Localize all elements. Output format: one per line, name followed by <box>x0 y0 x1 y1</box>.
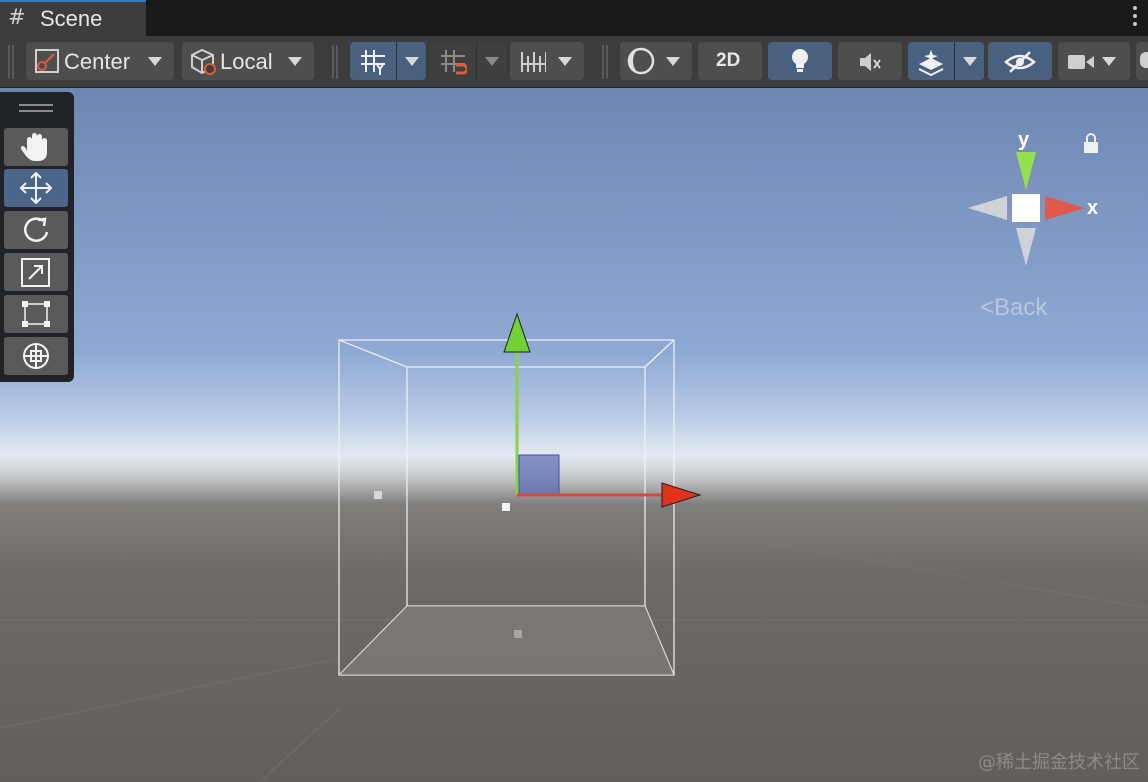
lighting-toggle-button[interactable] <box>768 42 832 80</box>
chevron-down-icon <box>963 57 977 66</box>
grid-options-dropdown[interactable] <box>396 42 426 80</box>
scene-tab[interactable]: # Scene <box>0 0 146 36</box>
rect-tool-button[interactable] <box>4 295 68 333</box>
gizmos-icon <box>1140 52 1148 68</box>
scene-visibility-button[interactable] <box>988 42 1052 80</box>
effects-options-dropdown[interactable] <box>954 42 984 80</box>
title-bar: # Scene <box>0 0 1148 36</box>
hidden-eye-icon <box>1004 51 1036 73</box>
pivot-rotation-dropdown[interactable]: Local <box>182 42 314 80</box>
shaded-sphere-icon <box>627 47 655 75</box>
grid-snap-button[interactable] <box>430 42 476 80</box>
pivot-rotation-label: Local <box>220 49 273 74</box>
gizmo-center-cube[interactable] <box>1012 194 1040 222</box>
draw-mode-dropdown[interactable] <box>620 42 692 80</box>
chevron-down-icon <box>1102 57 1116 66</box>
chevron-down-icon <box>558 57 572 66</box>
toolbar-grip[interactable] <box>8 45 14 79</box>
palette-grip[interactable] <box>19 104 53 112</box>
chevron-down-icon <box>666 57 680 66</box>
orientation-gizmo[interactable]: y x <box>922 118 1110 278</box>
hand-icon <box>20 133 47 161</box>
more-menu-icon[interactable] <box>1132 6 1138 30</box>
effects-layers-icon <box>918 50 944 76</box>
gizmo-x-cone[interactable] <box>1045 196 1085 220</box>
lightbulb-icon <box>792 49 808 72</box>
chevron-down-icon <box>405 57 419 66</box>
toolbar-grip[interactable] <box>332 45 338 79</box>
transform-tool-button[interactable] <box>4 337 68 375</box>
move-tool-button[interactable] <box>4 169 68 207</box>
effects-toggle-button[interactable] <box>908 42 954 80</box>
toolbar-grip[interactable] <box>602 45 608 79</box>
scale-tool-button[interactable] <box>4 253 68 291</box>
hand-tool-button[interactable] <box>4 128 68 166</box>
tool-palette <box>0 92 74 382</box>
chevron-left-icon: < <box>980 294 995 321</box>
pivot-center-icon <box>34 48 60 78</box>
gizmo-neg-x-cone[interactable] <box>968 196 1007 220</box>
increment-snap-dropdown[interactable] <box>510 42 584 80</box>
chevron-down-icon <box>288 57 302 66</box>
transform-icon <box>23 343 49 369</box>
hash-icon: # <box>8 5 26 29</box>
snap-options-dropdown[interactable] <box>476 42 506 80</box>
rect-transform-icon <box>22 301 50 327</box>
gizmo-x-label: x <box>1087 197 1098 219</box>
scale-icon <box>21 258 50 287</box>
grid-visibility-group <box>350 42 426 80</box>
back-label-text: Back <box>994 294 1048 321</box>
watermark: @稀土掘金技术社区 <box>978 752 1140 773</box>
snap-group <box>430 42 506 80</box>
local-cube-icon <box>188 47 218 81</box>
gizmo-lock-icon[interactable] <box>1084 133 1098 153</box>
scene-tab-label: Scene <box>40 6 103 31</box>
increment-snap-icon <box>521 52 546 72</box>
gizmos-toggle-button[interactable] <box>1136 42 1148 80</box>
gizmo-y-label: y <box>1018 129 1030 151</box>
scene-toolbar: Center Local 2D <box>0 36 1148 88</box>
audio-toggle-button[interactable] <box>838 42 902 80</box>
2d-mode-label: 2D <box>716 50 741 71</box>
gizmo-back-label[interactable]: <Back <box>980 294 1047 322</box>
gizmo-y-cone-fill <box>1016 152 1036 190</box>
pivot-mode-label: Center <box>64 49 131 74</box>
xy-plane-handle[interactable] <box>518 454 560 496</box>
audio-muted-icon <box>860 53 881 71</box>
rotate-tool-button[interactable] <box>4 211 68 249</box>
2d-mode-button[interactable]: 2D <box>698 42 762 80</box>
gizmo-neg-y-cone[interactable] <box>1016 228 1036 266</box>
camera-settings-dropdown[interactable] <box>1058 42 1130 80</box>
pivot-mode-dropdown[interactable]: Center <box>26 42 174 80</box>
chevron-down-icon <box>148 57 162 66</box>
move-arrows-icon <box>19 172 53 204</box>
camera-icon <box>1068 55 1094 69</box>
rotate-icon <box>24 217 49 242</box>
effects-group <box>908 42 984 80</box>
grid-toggle-button[interactable] <box>350 42 396 80</box>
grid-snap-icon <box>441 50 467 75</box>
grid-icon <box>361 50 385 75</box>
chevron-down-icon <box>485 57 499 66</box>
